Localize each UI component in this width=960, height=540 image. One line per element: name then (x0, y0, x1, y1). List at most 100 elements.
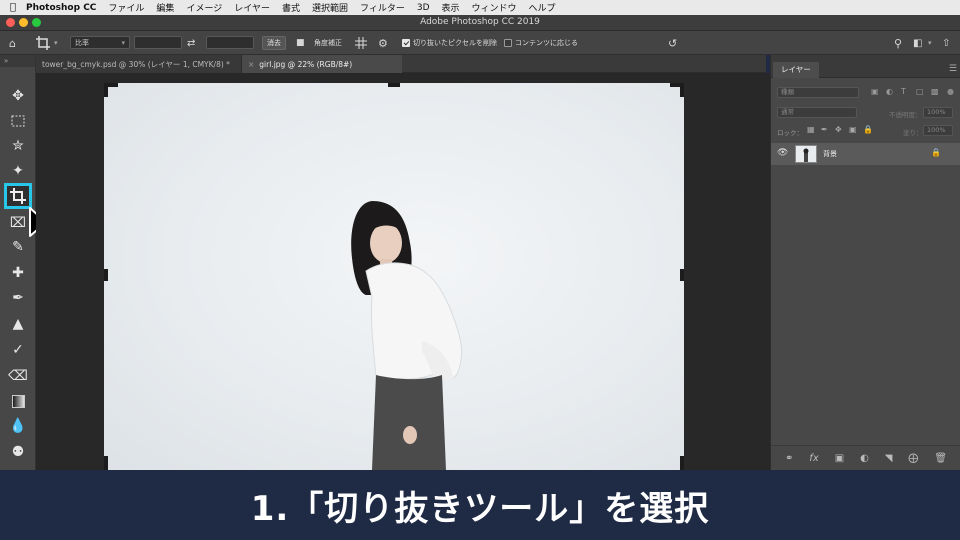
fill-value: 100% (927, 126, 946, 134)
tools-panel: » ✥ ✮ ✦ ⌧ ✎ ✚ ✒ ▲ ✓ ⌫ 💧 ⚉ (0, 55, 36, 470)
straighten-label[interactable]: 角度補正 (314, 31, 342, 55)
blur-tool-icon[interactable]: 💧 (6, 415, 30, 437)
workspace-chevron-icon[interactable]: ▾ (928, 31, 932, 55)
menu-view[interactable]: 表示 (442, 1, 460, 14)
eye-visibility-icon[interactable]: 👁 (777, 148, 788, 158)
fill-label: 塗り： (903, 129, 923, 137)
clear-button[interactable]: 消去 (262, 36, 286, 50)
options-bar: ⌂ ▾ 比率 ▾ ⇄ 消去 ■ 角度補正 ⚙ 切り抜いたピクセルを削除 コンテン… (0, 31, 960, 55)
menu-window[interactable]: ウィンドウ (472, 1, 517, 14)
move-tool-icon[interactable]: ✥ (6, 85, 30, 107)
tab-girl-jpg[interactable]: × girl.jpg @ 22% (RGB/8#) (242, 55, 402, 73)
ratio-select-value: 比率 (75, 38, 89, 47)
add-mask-icon[interactable]: ▣ (835, 453, 844, 464)
delete-cropped-label: 切り抜いたピクセルを削除 (413, 39, 497, 47)
blend-mode-select[interactable]: 通常 (777, 107, 857, 118)
checkbox-checked-icon (402, 39, 410, 47)
layer-kind-value: 種類 (781, 88, 794, 96)
portrait-photo (351, 201, 463, 470)
fx-icon[interactable]: fx (809, 453, 818, 464)
gradient-tool-icon[interactable] (6, 390, 30, 412)
workspace-icon[interactable]: ◧ (913, 31, 922, 55)
search-icon[interactable]: ⚲ (894, 31, 902, 55)
new-group-folder-icon[interactable]: ◥ (885, 453, 893, 464)
lock-all-icon[interactable]: 🔒 (863, 125, 873, 134)
filter-shape-icon[interactable]: □ (916, 87, 924, 96)
checkbox-unchecked-icon (504, 39, 512, 47)
canvas-workspace[interactable] (36, 73, 770, 470)
crop-preset-chevron-icon[interactable]: ▾ (54, 31, 58, 55)
tab-label: tower_bg_cmyk.psd @ 30% (レイヤー 1, CMYK/8)… (42, 59, 230, 69)
filter-adjustment-icon[interactable]: ◐ (886, 87, 893, 96)
content-aware-label: コンテンツに応じる (515, 39, 578, 47)
menu-layer[interactable]: レイヤー (234, 1, 270, 14)
clone-stamp-tool-icon[interactable]: ▲ (6, 313, 30, 335)
mac-menu-bar:  Photoshop CC ファイル 編集 イメージ レイヤー 書式 選択範囲… (0, 0, 960, 15)
opacity-field[interactable]: 100% (923, 107, 953, 118)
close-tab-icon[interactable]: × (248, 60, 254, 69)
menu-image[interactable]: イメージ (186, 1, 222, 14)
layers-panel-tabs: レイヤー ☰ (771, 62, 960, 78)
brush-tool-icon[interactable]: ✒ (6, 287, 30, 309)
crop-preset-icon[interactable] (36, 31, 50, 55)
menu-edit[interactable]: 編集 (156, 1, 174, 14)
healing-brush-tool-icon[interactable]: ✚ (6, 262, 30, 284)
menu-app-name[interactable]: Photoshop CC (26, 3, 96, 13)
layer-row-background[interactable]: 👁 背景 🔒 (771, 143, 960, 165)
layer-lock-icon[interactable]: 🔒 (931, 148, 941, 157)
adjustment-layer-icon[interactable]: ◐ (860, 453, 869, 464)
ratio-width-field[interactable] (134, 36, 182, 49)
dodge-tool-icon[interactable]: ⚉ (6, 441, 30, 463)
new-layer-icon[interactable]: ⨁ (908, 453, 918, 464)
eyedropper-tool-icon[interactable]: ✎ (6, 236, 30, 258)
opacity-value: 100% (927, 108, 946, 116)
document-canvas[interactable] (104, 83, 684, 470)
lock-image-icon[interactable]: ✒ (821, 125, 828, 134)
layer-kind-select[interactable]: 種類 (777, 87, 859, 98)
filter-smart-object-icon[interactable]: ▩ (931, 87, 939, 96)
lock-artboard-icon[interactable]: ▣ (849, 125, 857, 134)
tab-tower-bg-cmyk[interactable]: tower_bg_cmyk.psd @ 30% (レイヤー 1, CMYK/8)… (36, 55, 242, 73)
swap-icon[interactable]: ⇄ (187, 31, 195, 55)
menu-help[interactable]: ヘルプ (529, 1, 556, 14)
link-layers-icon[interactable]: ⚭ (785, 453, 793, 464)
layer-name: 背景 (823, 150, 837, 158)
menu-3d[interactable]: 3D (417, 3, 430, 13)
reset-icon[interactable]: ↺ (668, 31, 677, 55)
home-icon[interactable]: ⌂ (9, 31, 16, 55)
layers-panel-footer: ⚭ fx ▣ ◐ ◥ ⨁ 🗑 (771, 445, 960, 470)
window-title-bar: Adobe Photoshop CC 2019 (0, 15, 960, 31)
menu-filter[interactable]: フィルター (360, 1, 405, 14)
tab-layers[interactable]: レイヤー (773, 62, 819, 78)
fill-field[interactable]: 100% (923, 125, 953, 136)
filter-type-icon[interactable]: T (901, 87, 906, 96)
frame-tool-icon[interactable]: ⌧ (6, 212, 30, 234)
menu-select[interactable]: 選択範囲 (312, 1, 348, 14)
trash-icon[interactable]: 🗑 (934, 453, 947, 464)
delete-cropped-checkbox[interactable]: 切り抜いたピクセルを削除 (402, 31, 497, 55)
caption-banner: 1.「切り抜きツール」を選択 (0, 470, 960, 540)
straighten-icon[interactable]: ■ (296, 31, 305, 55)
lasso-tool-icon[interactable]: ✮ (6, 135, 30, 157)
ratio-select[interactable]: 比率 ▾ (70, 36, 130, 49)
menu-type[interactable]: 書式 (282, 1, 300, 14)
panel-collapse-strip[interactable] (771, 55, 960, 62)
content-aware-checkbox[interactable]: コンテンツに応じる (504, 31, 578, 55)
document-tabs: tower_bg_cmyk.psd @ 30% (レイヤー 1, CMYK/8)… (36, 55, 766, 73)
panel-menu-icon[interactable]: ☰ (949, 64, 957, 74)
crop-settings-gear-icon[interactable]: ⚙ (378, 31, 388, 55)
marquee-tool-icon[interactable] (6, 110, 30, 132)
ratio-height-field[interactable] (206, 36, 254, 49)
magic-wand-tool-icon[interactable]: ✦ (6, 160, 30, 182)
filter-pixel-icon[interactable]: ▣ (871, 87, 879, 96)
eraser-tool-icon[interactable]: ⌫ (6, 365, 30, 387)
apple-icon[interactable]:  (0, 2, 26, 13)
lock-position-icon[interactable]: ✥ (835, 125, 842, 134)
history-brush-tool-icon[interactable]: ✓ (6, 339, 30, 361)
menu-file[interactable]: ファイル (108, 1, 144, 14)
collapse-tools-icon[interactable]: » (0, 55, 35, 67)
overlay-grid-icon[interactable] (355, 31, 367, 55)
lock-transparent-icon[interactable]: ▦ (807, 125, 815, 134)
filter-toggle-icon[interactable]: ● (947, 87, 954, 96)
share-icon[interactable]: ⇧ (942, 31, 950, 55)
